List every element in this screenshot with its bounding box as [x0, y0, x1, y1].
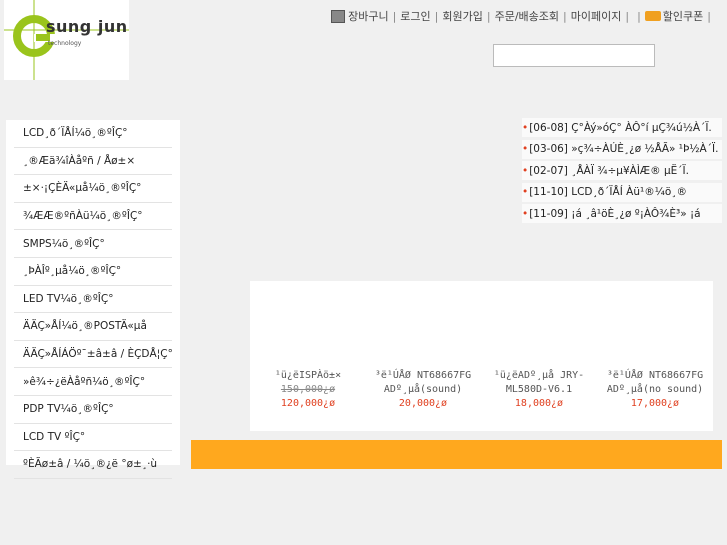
product-price: 18,000¿ø: [514, 398, 564, 409]
nav-separator: |: [707, 9, 711, 23]
product-card[interactable]: ³ë¹ÚÅØ NT68667FG ADº¸µå(no sound) 17,000…: [600, 369, 710, 411]
cart-icon: [331, 9, 346, 23]
notice-item[interactable]: • [11-09] ¡á ¸â¹öÈ¸¿ø º¡ÀÔ¾È³» ¡á: [522, 204, 722, 224]
product-card[interactable]: ³ë¹ÚÅØ NT68667FG ADº¸µå(sound) 20,000¿ø: [368, 369, 478, 411]
search-input[interactable]: [493, 44, 655, 67]
nav-cart[interactable]: 장바구니: [331, 8, 389, 24]
notice-text: [11-09] ¡á ¸â¹öÈ¸¿ø º¡ÀÔ¾È³» ¡á: [529, 207, 701, 220]
bullet-icon: •: [522, 143, 529, 155]
footer-banner: [191, 440, 722, 469]
product-name: ³ë¹ÚÅØ NT68667FG ADº¸µå(sound): [374, 370, 472, 395]
nav-cart-label: 장바구니: [348, 10, 389, 23]
nav-login[interactable]: 로그인: [400, 8, 430, 24]
sidebar-item-measurement-tools[interactable]: ºÈÃø±â / ¼ö¸®¿ë °ø±¸·ù: [14, 451, 172, 479]
product-price: 120,000¿ø: [280, 398, 336, 409]
logo-title: sung jun: [46, 17, 128, 36]
product-card[interactable]: ¹ü¿ëADº¸µå JRY-ML580D-V6.1 18,000¿ø: [484, 369, 594, 411]
sidebar-item-industrial[interactable]: »ê¾÷¿ëÀåºñ¼ö¸®ºÎÇ°: [14, 368, 172, 396]
notice-text: [06-08] Ç°Àý»óÇ° ÀÔ°í µÇ¾ú½À´Ï.: [529, 121, 712, 134]
category-sidebar: LCD¸ð´ÏÅÍ¼ö¸®ºÎÇ° ¸®Æä¾îÀåºñ / Åø±× ±×·¡…: [6, 120, 180, 479]
product-name: ³ë¹ÚÅØ NT68667FG ADº¸µå(no sound): [606, 370, 704, 395]
bullet-icon: •: [522, 164, 529, 177]
product-name: ¹ü¿ëISPÀö±×: [274, 370, 342, 381]
nav-separator: |: [637, 9, 641, 23]
sidebar-item-post-card[interactable]: ÄÄÇ»ÅÍ¼ö¸®POSTÄ«µå: [14, 313, 172, 341]
nav-separator: |: [563, 9, 567, 23]
product-price: 17,000¿ø: [630, 398, 680, 409]
nav-coupon-label: 할인쿠폰: [662, 10, 704, 23]
bullet-icon: •: [522, 186, 529, 198]
bullet-icon: •: [522, 121, 529, 134]
product-old-price: 150,000¿ø: [280, 384, 336, 395]
sidebar-item-lcd-tv[interactable]: LCD TV ºÎÇ°: [14, 424, 172, 452]
notice-list: • [06-08] Ç°Àý»óÇ° ÀÔ°í µÇ¾ú½À´Ï. • [03-06…: [522, 118, 722, 226]
nav-separator: |: [434, 9, 439, 23]
sidebar-item-lcd-monitor[interactable]: LCD¸ð´ÏÅÍ¼ö¸®ºÎÇ°: [14, 120, 172, 148]
nav-separator: |: [625, 9, 630, 23]
sidebar-item-ad-board[interactable]: ¾ÆÆ®ºñÀü¼ö¸®ºÎÇ°: [14, 203, 172, 231]
notice-item[interactable]: • [11-10] LCD¸ð´ÏÅÍ Àü¹®¼ö¸®: [522, 182, 722, 203]
sidebar-item-pdp-tv[interactable]: PDP TV¼ö¸®ºÎÇ°: [14, 396, 172, 424]
nav-mypage[interactable]: 마이페이지: [571, 8, 622, 24]
nav-order-tracking[interactable]: 주문/배송조회: [495, 8, 559, 24]
top-navigation: 장바구니 | 로그인 | 회원가입 | 주문/배송조회 | 마이페이지 | | …: [331, 8, 715, 24]
sidebar-item-mainboard[interactable]: ¸ÞÀÎº¸µå¼ö¸®ºÎÇ°: [14, 258, 172, 286]
product-price: 20,000¿ø: [398, 398, 448, 409]
product-name: ¹ü¿ëADº¸µå JRY-ML580D-V6.1: [493, 370, 585, 395]
notice-text: [02-07] ¸ÅÀÏ ¾÷µ¥ÀÌÆ® µË´Ï.: [529, 164, 689, 177]
logo-subtitle: technology: [48, 40, 82, 47]
product-card[interactable]: ¹ü¿ëISPÀö±× 150,000¿ø 120,000¿ø: [253, 369, 363, 411]
coupon-icon: [644, 11, 661, 21]
nav-separator: |: [486, 9, 491, 23]
sidebar-item-led-tv[interactable]: LED TV¼ö¸®ºÎÇ°: [14, 286, 172, 314]
notice-item[interactable]: • [03-06] »ç¾÷ÀÚÈ¸¿ø ½ÅÃ» ¹Þ½À´Ï.: [522, 139, 722, 160]
sidebar-item-graphics-card[interactable]: ±×·¡ÇÈÄ«µå¼ö¸®ºÎÇ°: [14, 175, 172, 203]
sidebar-item-repair-tools[interactable]: ¸®Æä¾îÀåºñ / Åø±×: [14, 148, 172, 176]
notice-text: [03-06] »ç¾÷ÀÚÈ¸¿ø ½ÅÃ» ¹Þ½À´Ï.: [529, 143, 719, 155]
notice-text: [11-10] LCD¸ð´ÏÅÍ Àü¹®¼ö¸®: [529, 186, 688, 198]
sidebar-item-smps[interactable]: SMPS¼ö¸®ºÎÇ°: [14, 230, 172, 258]
product-grid: ¹ü¿ëISPÀö±× 150,000¿ø 120,000¿ø ³ë¹ÚÅØ N…: [250, 281, 713, 431]
bullet-icon: •: [522, 207, 529, 220]
notice-item[interactable]: • [06-08] Ç°Àý»óÇ° ÀÔ°í µÇ¾ú½À´Ï.: [522, 118, 722, 138]
nav-coupon[interactable]: 할인쿠폰: [644, 8, 704, 24]
nav-separator: |: [392, 9, 397, 23]
notice-item[interactable]: • [02-07] ¸ÅÀÏ ¾÷µ¥ÀÌÆ® µË´Ï.: [522, 161, 722, 181]
nav-join[interactable]: 회원가입: [442, 8, 482, 24]
sidebar-item-peripherals[interactable]: ÄÄÇ»ÅÍÁÖº¯±â±â / ÈÇDÅ¦Ç°: [14, 341, 172, 369]
site-logo[interactable]: sung jun technology: [4, 0, 129, 80]
